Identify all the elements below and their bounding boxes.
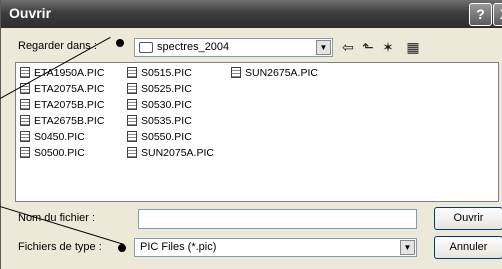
filetype-value: PIC Files (*.pic)	[140, 241, 217, 253]
look-in-combo[interactable]: spectres_2004 ▼	[134, 38, 333, 57]
file-icon	[20, 99, 30, 110]
filetype-label: Fichiers de type :	[18, 241, 102, 253]
file-item[interactable]: SUN2675A.PIC	[231, 67, 318, 81]
up-folder-icon[interactable]: ⬑	[359, 38, 377, 56]
file-icon	[20, 67, 30, 78]
file-icon	[127, 147, 137, 158]
cancel-button[interactable]: Annuler	[434, 236, 502, 259]
file-icon	[127, 67, 137, 78]
file-item[interactable]: S0535.PIC	[127, 115, 192, 129]
file-icon	[127, 115, 137, 126]
file-icon	[20, 147, 30, 158]
callout-dot	[116, 39, 124, 47]
open-button[interactable]: Ouvrir	[434, 207, 502, 230]
file-icon	[231, 67, 241, 78]
filename-label: Nom du fichier :	[18, 212, 96, 224]
file-icon	[127, 99, 137, 110]
dialog-title: Ouvrir	[9, 5, 52, 21]
file-list[interactable]: ETA1950A.PIC ETA2075A.PIC ETA2075B.PIC E…	[15, 62, 499, 202]
callout-dot	[118, 244, 126, 252]
file-item[interactable]: S0550.PIC	[127, 131, 192, 145]
chevron-down-icon[interactable]: ▼	[400, 240, 415, 255]
file-item[interactable]: ETA2075B.PIC	[20, 99, 104, 113]
file-item[interactable]: S0525.PIC	[127, 83, 192, 97]
view-menu-icon[interactable]: ▦	[401, 38, 425, 56]
file-item[interactable]: S0530.PIC	[127, 99, 192, 113]
file-item[interactable]: ETA2675B.PIC	[20, 115, 104, 129]
filename-field[interactable]	[138, 209, 417, 229]
file-icon	[20, 131, 30, 142]
help-button[interactable]: ?	[469, 3, 492, 26]
title-bar[interactable]: Ouvrir ? X	[1, 0, 502, 28]
file-item[interactable]: S0500.PIC	[20, 147, 85, 161]
chevron-down-icon[interactable]: ▼	[316, 40, 331, 55]
file-item[interactable]: S0515.PIC	[127, 67, 192, 81]
file-icon	[127, 131, 137, 142]
file-item[interactable]: ETA2075A.PIC	[20, 83, 104, 97]
file-icon	[20, 115, 30, 126]
file-item[interactable]: SUN2075A.PIC	[127, 147, 214, 161]
close-button[interactable]: X	[493, 3, 502, 26]
file-icon	[127, 83, 137, 94]
new-folder-icon[interactable]: ✶	[379, 38, 397, 56]
look-in-value: spectres_2004	[157, 41, 230, 53]
folder-icon	[139, 42, 153, 53]
filetype-combo[interactable]: PIC Files (*.pic) ▼	[134, 238, 417, 257]
back-icon[interactable]: ⇦	[339, 38, 357, 56]
file-item[interactable]: S0450.PIC	[20, 131, 85, 145]
